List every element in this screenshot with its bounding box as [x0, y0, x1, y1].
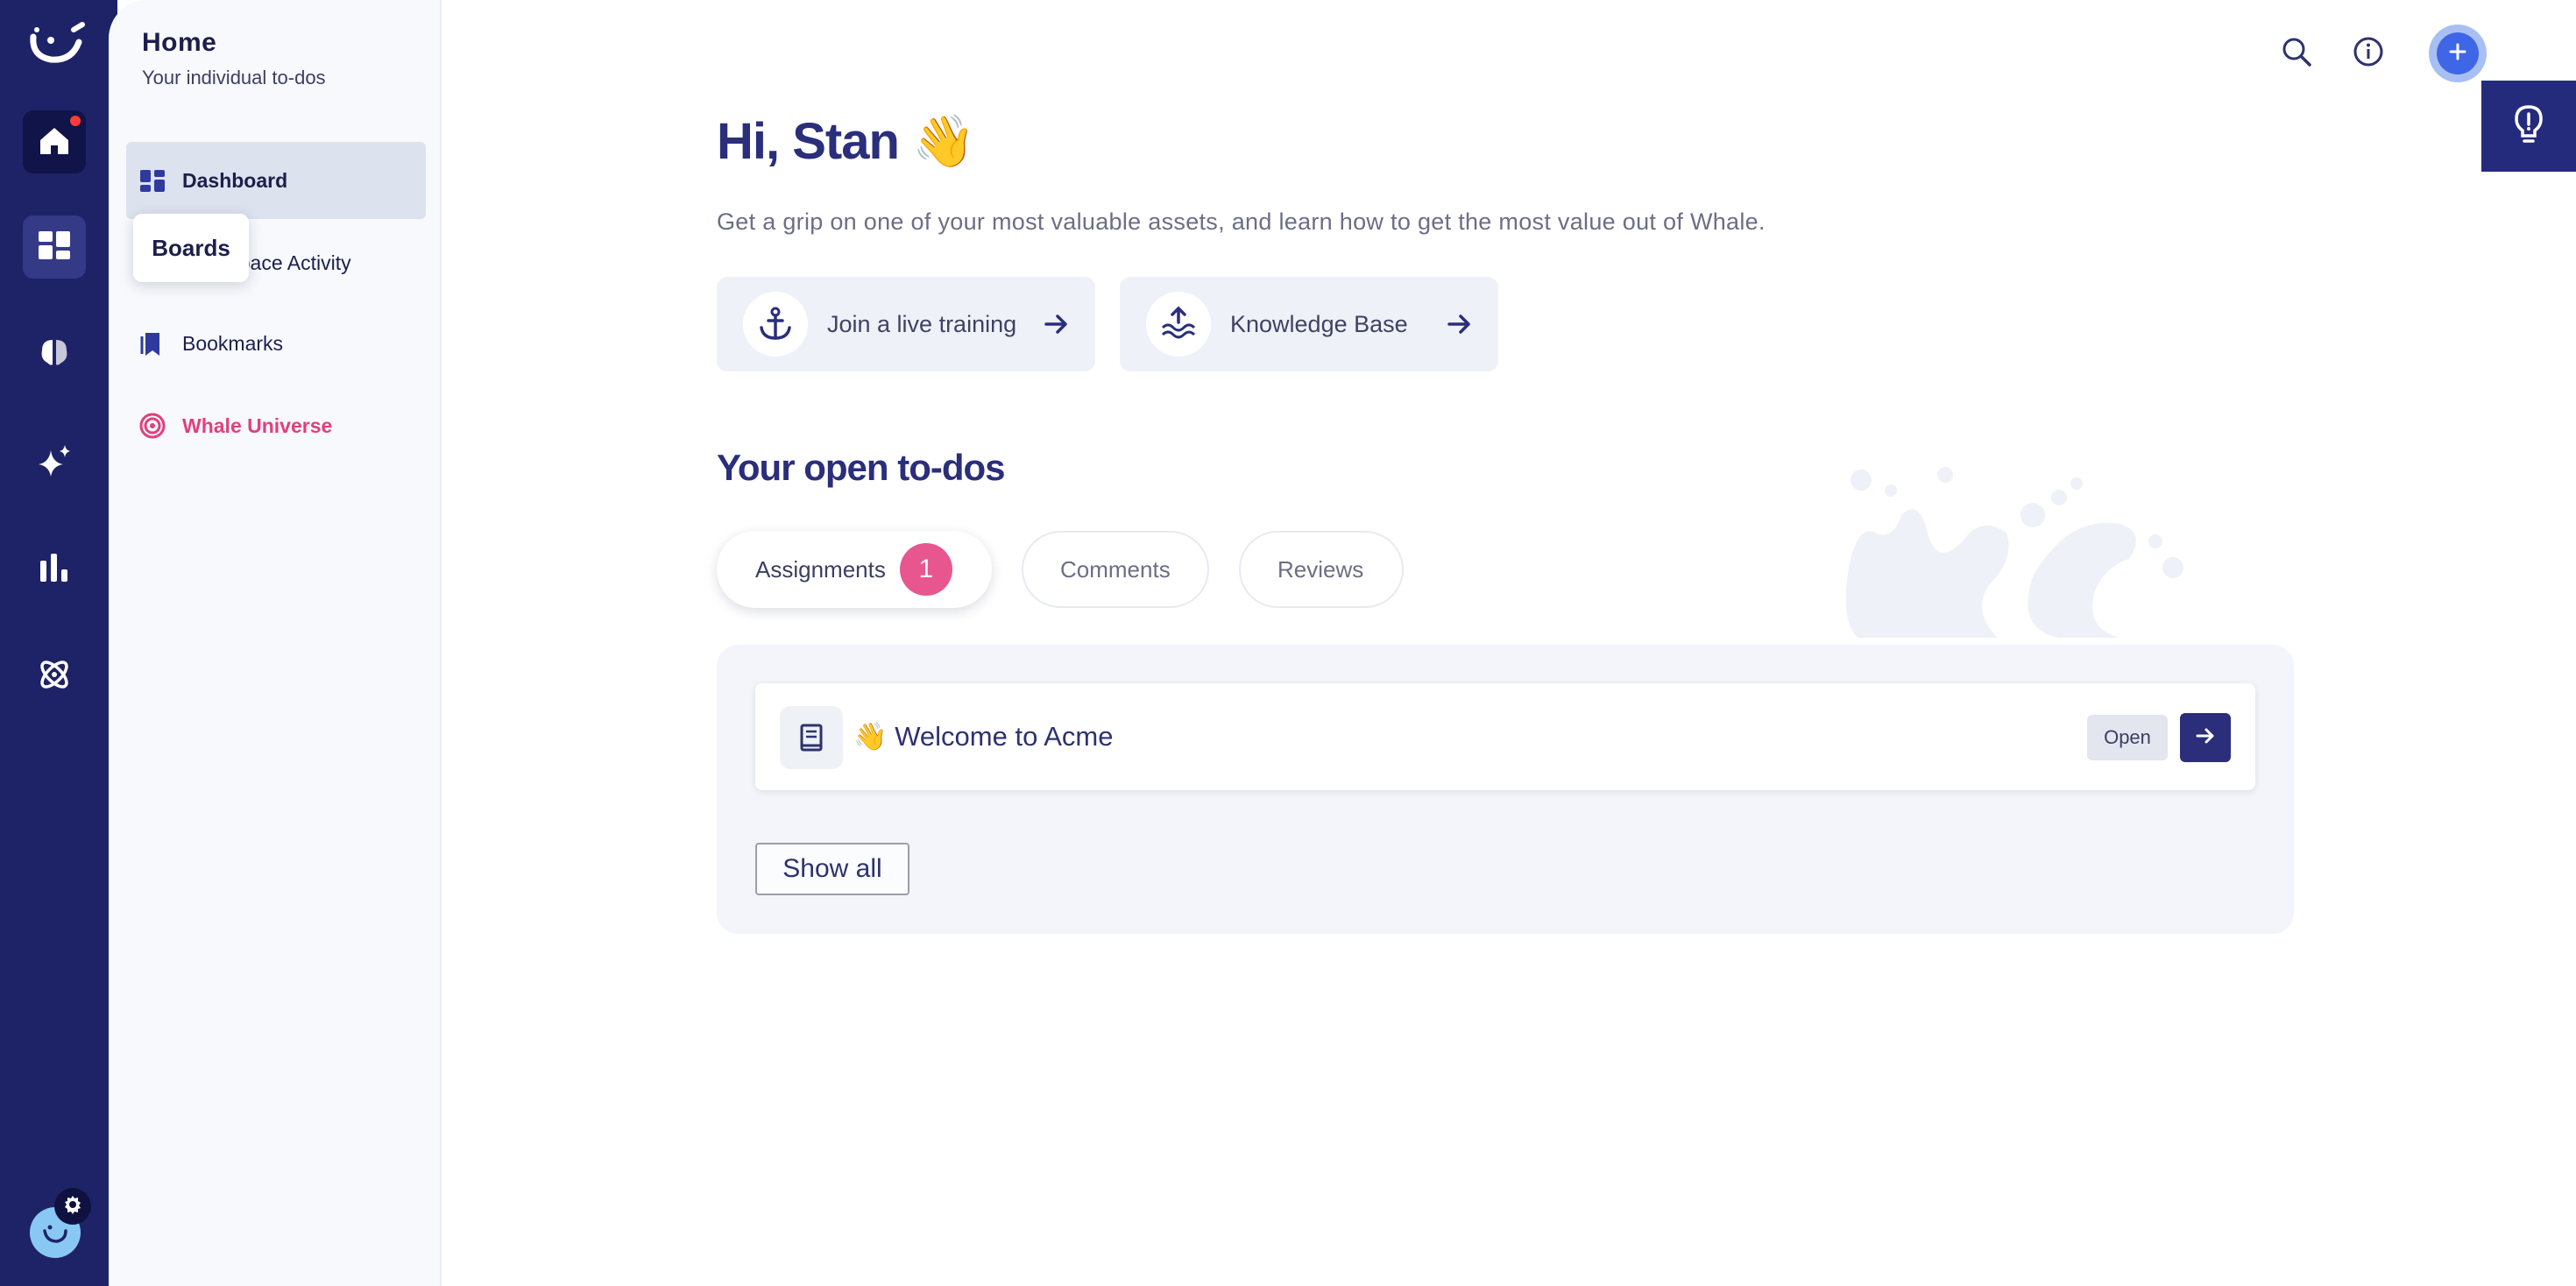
live-training-label: Join a live training	[827, 310, 1017, 337]
boards-icon	[35, 226, 74, 269]
boards-tooltip: Boards	[133, 214, 249, 282]
rail-ai-button[interactable]	[23, 431, 86, 494]
sidebar-item-label: Dashboard	[182, 168, 288, 192]
show-all-button[interactable]: Show all	[755, 843, 909, 895]
document-icon	[780, 706, 843, 769]
tips-button[interactable]	[2481, 81, 2576, 172]
target-icon	[138, 412, 166, 440]
rail-analytics-button[interactable]	[23, 538, 86, 601]
arrow-right-icon	[1444, 308, 1476, 340]
bookmark-icon	[138, 329, 166, 357]
live-training-link[interactable]: Join a live training	[717, 277, 1095, 371]
search-icon	[2281, 36, 2312, 72]
brain-icon	[35, 333, 74, 376]
rail-brain-button[interactable]	[23, 322, 86, 385]
rail-home-button[interactable]	[23, 110, 86, 173]
lightbulb-icon	[2511, 103, 2546, 150]
arrow-right-icon	[1041, 308, 1072, 340]
sidebar: Home Your individual to-dos Dashboard Wo…	[109, 0, 442, 1286]
icon-rail	[0, 0, 117, 1286]
open-button[interactable]: Open	[2087, 715, 2168, 760]
tab-reviews[interactable]: Reviews	[1239, 531, 1404, 608]
whale-splash-illustration	[1845, 467, 2183, 638]
rail-boards-button[interactable]	[23, 216, 86, 279]
tab-assignments[interactable]: Assignments 1	[717, 531, 992, 608]
water-icon	[1146, 292, 1211, 357]
search-button[interactable]	[2276, 33, 2317, 74]
count-badge: 1	[899, 543, 952, 596]
sidebar-title: Home	[142, 28, 217, 57]
sidebar-subtitle: Your individual to-dos	[142, 67, 326, 88]
notification-dot	[70, 116, 81, 126]
sidebar-item-dashboard[interactable]: Dashboard	[126, 142, 426, 219]
home-icon	[35, 121, 74, 164]
anchor-icon	[743, 292, 808, 357]
tab-label: Assignments	[755, 555, 886, 583]
tab-label: Comments	[1060, 555, 1171, 583]
knowledge-base-link[interactable]: Knowledge Base	[1120, 277, 1498, 371]
analytics-icon	[35, 548, 74, 591]
section-title: Your open to-dos	[717, 447, 1006, 488]
sidebar-item-label: Whale Universe	[182, 413, 333, 437]
list-item[interactable]: 👋 Welcome to Acme Open	[755, 683, 2255, 790]
sparkle-icon	[35, 442, 74, 484]
knowledge-base-label: Knowledge Base	[1230, 310, 1408, 337]
info-button[interactable]	[2348, 33, 2388, 74]
intro-text: Get a grip on one of your most valuable …	[717, 208, 1766, 235]
tab-label: Reviews	[1277, 555, 1364, 583]
arrow-right-icon	[2193, 724, 2218, 753]
sidebar-item-label: Bookmarks	[182, 331, 284, 355]
info-icon	[2353, 36, 2384, 72]
sidebar-item-bookmarks[interactable]: Bookmarks	[126, 305, 426, 382]
dashboard-icon	[138, 166, 166, 194]
todo-title: 👋 Welcome to Acme	[853, 721, 1114, 752]
tab-comments[interactable]: Comments	[1022, 531, 1209, 608]
atom-icon	[35, 655, 74, 698]
settings-button[interactable]	[54, 1188, 91, 1225]
todo-panel: 👋 Welcome to Acme Open Show all	[717, 645, 2294, 934]
whale-logo-icon[interactable]	[28, 21, 89, 74]
go-to-item-button[interactable]	[2180, 713, 2231, 762]
gear-icon	[62, 1194, 83, 1219]
add-button[interactable]	[2429, 25, 2487, 82]
rail-integrations-button[interactable]	[23, 645, 86, 708]
plus-icon	[2447, 41, 2468, 67]
sidebar-item-whale-universe[interactable]: Whale Universe	[126, 387, 426, 464]
page-title: Hi, Stan 👋	[717, 113, 975, 170]
